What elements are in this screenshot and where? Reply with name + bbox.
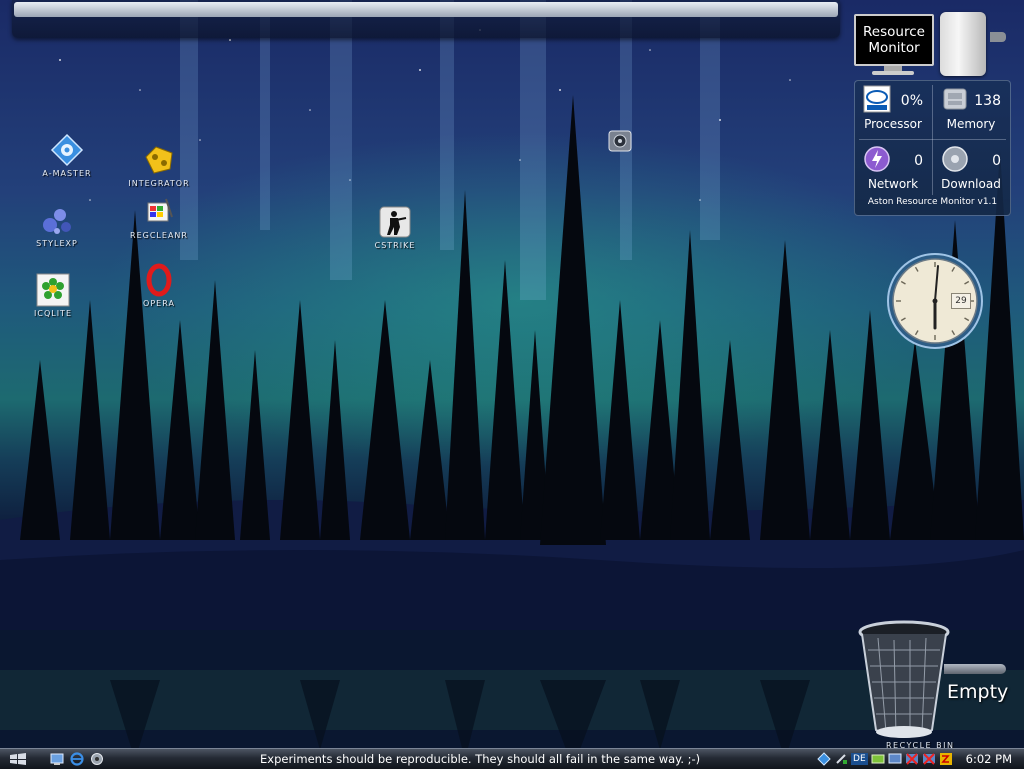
monitor-base bbox=[872, 71, 914, 75]
registry-cleaner-icon bbox=[147, 198, 173, 222]
recycle-bin-status: Empty bbox=[947, 681, 1009, 703]
desktop-icon-label: A-MASTER bbox=[42, 169, 92, 178]
desktop-icon-label: CSTRIKE bbox=[374, 241, 416, 250]
resource-monitor-title-line1: Resource bbox=[863, 24, 925, 40]
download-label: Download bbox=[941, 177, 1001, 191]
download-disc-icon bbox=[942, 146, 968, 172]
blue-bubbles-icon bbox=[43, 209, 71, 234]
quick-launch-media[interactable] bbox=[90, 752, 104, 766]
quick-launch-show-desktop[interactable] bbox=[50, 752, 64, 766]
desktop-icon-cstrike[interactable]: CSTRIKE bbox=[350, 205, 440, 250]
system-tray: DE 6:02 PM bbox=[817, 752, 1018, 766]
tray-display-icon[interactable] bbox=[871, 752, 885, 766]
resource-monitor-title: Resource Monitor bbox=[854, 14, 934, 66]
memory-chip-icon bbox=[943, 88, 967, 110]
download-stat: 0 Download bbox=[933, 141, 1009, 197]
tray-network-icon[interactable] bbox=[817, 752, 831, 766]
divider bbox=[859, 139, 1006, 140]
desktop-icon-label: INTEGRATOR bbox=[128, 179, 190, 188]
tray-monitor-icon[interactable] bbox=[888, 752, 902, 766]
network-label: Network bbox=[867, 177, 919, 191]
show-desktop-icon bbox=[50, 753, 64, 765]
desktop-icon-label: STYLEXP bbox=[36, 239, 78, 248]
start-button[interactable] bbox=[0, 749, 36, 769]
media-player-icon bbox=[91, 753, 103, 765]
tray-error-icon[interactable] bbox=[922, 752, 936, 766]
quick-launch-bar bbox=[50, 752, 160, 766]
tray-zonealarm-icon[interactable] bbox=[939, 752, 953, 766]
resource-monitor-title-line2: Monitor bbox=[868, 40, 920, 56]
desktop-icon-a-master[interactable]: A-MASTER bbox=[22, 133, 112, 178]
taskbar-message: Experiments should be reproducible. They… bbox=[260, 752, 701, 766]
resource-monitor-header: Resource Monitor bbox=[854, 10, 934, 75]
resource-monitor-version: Aston Resource Monitor v1.1 bbox=[867, 197, 998, 207]
opera-o-icon bbox=[146, 263, 172, 297]
pc-tower-icon bbox=[940, 12, 986, 76]
desktop-icon-regcleanr[interactable]: REGCLEANR bbox=[114, 195, 204, 240]
monitor-speaker-icon bbox=[608, 130, 632, 152]
taskbar: Experiments should be reproducible. They… bbox=[0, 748, 1024, 769]
desktop-icon-icqlite[interactable]: ICQLITE bbox=[8, 273, 98, 318]
memory-value: 138 bbox=[974, 93, 1001, 109]
top-toolbar[interactable] bbox=[14, 2, 838, 17]
snowflake-gear-icon bbox=[50, 133, 84, 167]
widget-handle[interactable] bbox=[990, 32, 1006, 42]
desktop-icon-stylexp[interactable]: STYLEXP bbox=[12, 203, 102, 248]
processor-label: Processor bbox=[864, 117, 922, 131]
intel-cpu-icon bbox=[863, 85, 891, 113]
tray-disconnected-icon[interactable] bbox=[905, 752, 919, 766]
desktop-icon-label: OPERA bbox=[143, 299, 175, 308]
desktop-icon-opera[interactable]: OPERA bbox=[114, 263, 204, 308]
icq-flower-icon bbox=[36, 273, 70, 307]
desktop-icon-label: REGCLEANR bbox=[130, 231, 188, 240]
network-stat: 0 Network bbox=[855, 141, 931, 197]
memory-label: Memory bbox=[946, 117, 996, 131]
counter-strike-icon bbox=[379, 206, 411, 238]
yellow-puzzle-icon bbox=[145, 146, 173, 174]
tray-pen-icon[interactable] bbox=[834, 752, 848, 766]
processor-value: 0% bbox=[900, 93, 923, 109]
memory-stat: 138 Memory bbox=[933, 81, 1009, 137]
desktop-icon-monitor-widget[interactable] bbox=[575, 125, 665, 161]
quick-launch-internet-explorer[interactable] bbox=[70, 752, 84, 766]
processor-stat: 0% Processor bbox=[855, 81, 931, 137]
network-value: 0 bbox=[914, 153, 923, 169]
windows-logo-icon bbox=[10, 753, 26, 765]
taskbar-clock[interactable]: 6:02 PM bbox=[966, 752, 1012, 766]
tray-language-indicator[interactable]: DE bbox=[851, 753, 868, 765]
clock-date: 29 bbox=[951, 293, 971, 309]
resource-monitor-panel: 0% Processor 138 Memory 0 Network 0 Down… bbox=[854, 80, 1011, 216]
internet-explorer-icon bbox=[70, 752, 84, 766]
download-value: 0 bbox=[992, 153, 1001, 169]
network-orb-icon bbox=[864, 146, 890, 172]
desktop-icon-label: ICQLITE bbox=[34, 309, 72, 318]
resource-monitor-widget[interactable]: Resource Monitor 0% Processor 138 Memory… bbox=[854, 10, 1011, 216]
desktop-icon-integrator[interactable]: INTEGRATOR bbox=[114, 143, 204, 188]
